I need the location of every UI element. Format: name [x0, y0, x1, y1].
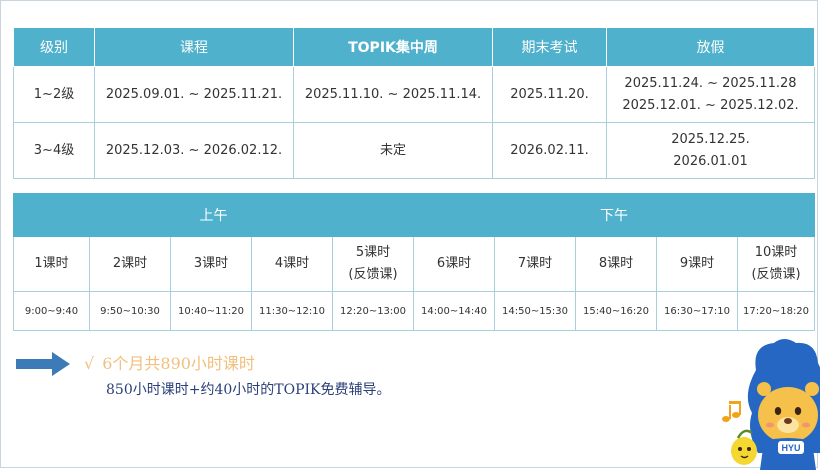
mascot-badge: HYU	[781, 443, 800, 453]
right-arrow-icon	[16, 352, 70, 376]
morning-header: 上午	[12, 193, 415, 237]
period-cell: 9课时	[656, 236, 739, 292]
holiday-line: 2026.01.01	[673, 153, 748, 169]
holiday-line: 2025.12.01. ~ 2025.12.02.	[622, 97, 799, 113]
row-holiday-dates: 2025.12.25. 2026.01.01	[606, 122, 815, 179]
period-label: 6课时	[436, 256, 472, 271]
summary-headline: √ 6个月共890小时课时	[84, 350, 255, 374]
holiday-line: 2025.12.25.	[671, 131, 750, 147]
lion-mascot-icon: HYU	[722, 339, 820, 470]
period-time: 16:30~17:10	[656, 291, 739, 331]
row-level: 3~4级	[13, 122, 95, 179]
period-row: 1课时 2课时 3课时 4课时 5课时 (反馈课) 6课时 7课时 8课时 9课时…	[13, 236, 816, 292]
period-label: 9课时	[679, 256, 715, 271]
period-label: 8课时	[598, 256, 634, 271]
period-time: 9:50~10:30	[89, 291, 171, 331]
headline-text: 6个月共890小时课时	[102, 354, 255, 373]
row-topik-dates: 2025.11.10. ~ 2025.11.14.	[293, 66, 493, 123]
period-label: 2课时	[112, 256, 148, 271]
check-icon: √	[84, 354, 95, 373]
table-row: 3~4级 2025.12.03. ~ 2026.02.12. 未定 2026.0…	[13, 122, 815, 179]
period-time: 10:40~11:20	[170, 291, 252, 331]
period-cell: 10课时 (反馈课)	[737, 236, 816, 292]
period-label: 10课时	[754, 245, 798, 260]
period-cell: 2课时	[89, 236, 171, 292]
period-cell: 1课时	[13, 236, 90, 292]
period-cell: 8课时	[575, 236, 658, 292]
period-label: 3课时	[193, 256, 229, 271]
row-course-dates: 2025.12.03. ~ 2026.02.12.	[94, 122, 294, 179]
period-note: (反馈课)	[751, 267, 801, 282]
period-label: 1课时	[34, 256, 69, 271]
time-row: 9:00~9:40 9:50~10:30 10:40~11:20 11:30~1…	[13, 291, 816, 331]
timetable-header-row: 上午 下午	[12, 193, 816, 237]
schedule-header-row: 级别 课程 TOPIK集中周 期末考试 放假	[13, 27, 815, 67]
period-time: 14:00~14:40	[413, 291, 496, 331]
timetable: 上午 下午 1课时 2课时 3课时 4课时 5课时 (反馈课) 6课时 7课时 8…	[12, 193, 816, 331]
header-holiday: 放假	[606, 27, 815, 67]
row-exam-date: 2025.11.20.	[492, 66, 607, 123]
period-time: 15:40~16:20	[575, 291, 658, 331]
period-cell: 7课时	[494, 236, 577, 292]
period-time: 9:00~9:40	[13, 291, 90, 331]
period-cell: 3课时	[170, 236, 252, 292]
row-exam-date: 2026.02.11.	[492, 122, 607, 179]
schedule-table: 级别 课程 TOPIK集中周 期末考试 放假 1~2级 2025.09.01. …	[13, 27, 815, 179]
period-cell: 4课时	[251, 236, 333, 292]
music-note-icon	[722, 401, 741, 422]
header-topik-week: TOPIK集中周	[293, 27, 493, 67]
period-cell: 6课时	[413, 236, 496, 292]
afternoon-header: 下午	[413, 193, 816, 237]
row-course-dates: 2025.09.01. ~ 2025.11.21.	[94, 66, 294, 123]
table-row: 1~2级 2025.09.01. ~ 2025.11.21. 2025.11.1…	[13, 66, 815, 123]
holiday-line: 2025.11.24. ~ 2025.11.28	[624, 75, 797, 91]
row-holiday-dates: 2025.11.24. ~ 2025.11.28 2025.12.01. ~ 2…	[606, 66, 815, 123]
row-level: 1~2级	[13, 66, 95, 123]
header-course: 课程	[94, 27, 294, 67]
header-level: 级别	[13, 27, 95, 67]
period-label: 5课时	[355, 245, 391, 260]
period-time: 11:30~12:10	[251, 291, 333, 331]
period-label: 7课时	[517, 256, 553, 271]
period-time: 17:20~18:20	[737, 291, 816, 331]
period-time: 12:20~13:00	[331, 291, 415, 331]
row-topik-dates: 未定	[293, 122, 493, 179]
period-label: 4课时	[274, 256, 310, 271]
summary-detail: 850小时课时+约40小时的TOPIK免费辅导。	[106, 382, 391, 398]
period-cell: 5课时 (反馈课)	[331, 236, 415, 292]
period-time: 14:50~15:30	[494, 291, 577, 331]
header-final-exam: 期末考试	[492, 27, 607, 67]
period-note: (反馈课)	[348, 267, 398, 282]
